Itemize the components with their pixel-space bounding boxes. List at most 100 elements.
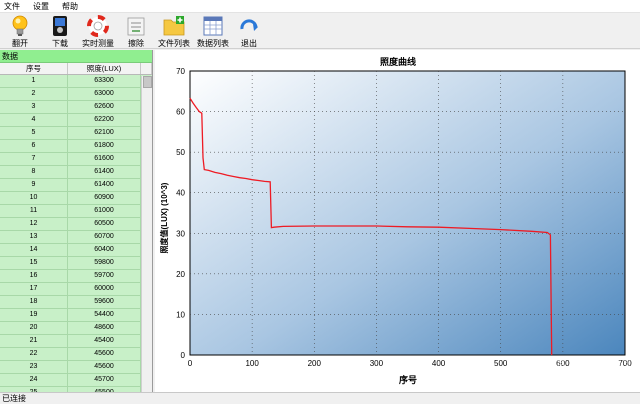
cell-index: 3 — [0, 101, 68, 113]
y-tick-label: 50 — [176, 148, 185, 157]
x-tick-label: 300 — [370, 359, 384, 368]
cell-lux: 63000 — [68, 88, 141, 100]
cell-index: 2 — [0, 88, 68, 100]
cell-index: 11 — [0, 205, 68, 217]
erase-button[interactable]: 擦除 — [124, 14, 148, 48]
data-list-button[interactable]: 数据列表 — [195, 14, 231, 48]
x-tick-label: 500 — [494, 359, 508, 368]
table-row[interactable]: 18 59600 — [0, 296, 152, 309]
table-row[interactable]: 5 62100 — [0, 127, 152, 140]
cell-index: 13 — [0, 231, 68, 243]
cell-lux: 60000 — [68, 283, 141, 295]
table-row[interactable]: 7 61600 — [0, 153, 152, 166]
table-row[interactable]: 23 45600 — [0, 361, 152, 374]
open-button[interactable]: 翻开 — [6, 14, 34, 48]
y-tick-label: 30 — [176, 229, 185, 238]
table-row[interactable]: 1 63300 — [0, 75, 152, 88]
cell-lux: 48600 — [68, 322, 141, 334]
table-row[interactable]: 11 61000 — [0, 205, 152, 218]
table-row[interactable]: 2 63000 — [0, 88, 152, 101]
cell-lux: 62100 — [68, 127, 141, 139]
table-row[interactable]: 8 61400 — [0, 166, 152, 179]
cell-lux: 59700 — [68, 270, 141, 282]
cell-index: 21 — [0, 335, 68, 347]
cell-lux: 45600 — [68, 361, 141, 373]
data-table-scrollbar[interactable] — [141, 76, 152, 392]
cell-index: 18 — [0, 296, 68, 308]
menu-settings[interactable]: 设置 — [33, 1, 49, 12]
table-row[interactable]: 17 60000 — [0, 283, 152, 296]
cell-lux: 62600 — [68, 101, 141, 113]
y-tick-label: 20 — [176, 270, 185, 279]
table-row[interactable]: 4 62200 — [0, 114, 152, 127]
cell-lux: 61400 — [68, 179, 141, 191]
cell-index: 15 — [0, 257, 68, 269]
table-row[interactable]: 10 60900 — [0, 192, 152, 205]
cell-index: 1 — [0, 75, 68, 87]
x-tick-label: 100 — [245, 359, 259, 368]
y-axis-label: 照度值(LUX) (10^3) — [159, 182, 169, 253]
table-row[interactable]: 22 45600 — [0, 348, 152, 361]
toolbar: 翻开 下载 实时测量 擦除 文件列表 数据列表 退出 — [0, 13, 640, 49]
y-tick-label: 0 — [181, 351, 186, 360]
data-table-icon — [202, 15, 224, 37]
table-row[interactable]: 20 48600 — [0, 322, 152, 335]
menu-help[interactable]: 帮助 — [62, 1, 78, 12]
data-table-header: 序号 照度(LUX) — [0, 63, 152, 75]
cell-lux: 59800 — [68, 257, 141, 269]
data-panel: 数据 序号 照度(LUX) 1 63300 2 63000 3 62600 4 62200 5 6… — [0, 50, 153, 392]
cell-lux: 45600 — [68, 348, 141, 360]
data-panel-title: 数据 — [0, 50, 152, 63]
table-row[interactable]: 21 45400 — [0, 335, 152, 348]
cell-index: 12 — [0, 218, 68, 230]
menu-bar: 文件 设置 帮助 — [0, 0, 640, 13]
table-row[interactable]: 3 62600 — [0, 101, 152, 114]
chart-title: 照度曲线 — [380, 56, 416, 67]
cell-lux: 45700 — [68, 374, 141, 386]
cell-lux: 60900 — [68, 192, 141, 204]
table-row[interactable]: 13 60700 — [0, 231, 152, 244]
erase-label: 擦除 — [128, 39, 144, 48]
erase-icon — [125, 15, 147, 37]
column-header-lux[interactable]: 照度(LUX) — [68, 63, 141, 74]
download-button[interactable]: 下载 — [48, 14, 72, 48]
table-row[interactable]: 12 60500 — [0, 218, 152, 231]
file-list-label: 文件列表 — [158, 39, 190, 48]
exit-button[interactable]: 退出 — [237, 14, 261, 48]
table-row[interactable]: 16 59700 — [0, 270, 152, 283]
exit-arrow-icon — [238, 15, 260, 37]
file-list-button[interactable]: 文件列表 — [155, 14, 193, 48]
plot-area — [189, 70, 626, 356]
cell-lux: 45400 — [68, 335, 141, 347]
table-row[interactable]: 14 60400 — [0, 244, 152, 257]
realtime-measure-button[interactable]: 实时测量 — [80, 14, 116, 48]
table-row[interactable]: 15 59800 — [0, 257, 152, 270]
status-bar: 已连接 — [0, 392, 640, 404]
cell-lux: 61600 — [68, 153, 141, 165]
column-header-index[interactable]: 序号 — [0, 63, 68, 74]
cell-lux: 61000 — [68, 205, 141, 217]
cell-index: 8 — [0, 166, 68, 178]
app-window: 文件 设置 帮助 翻开 下载 实时测量 擦除 文件列表 数据列表 退出 数据 序… — [0, 0, 640, 404]
cell-lux: 60500 — [68, 218, 141, 230]
cell-lux: 63300 — [68, 75, 141, 87]
cell-index: 9 — [0, 179, 68, 191]
cell-index: 6 — [0, 140, 68, 152]
cell-lux: 59600 — [68, 296, 141, 308]
scrollbar-thumb[interactable] — [143, 76, 152, 88]
open-label: 翻开 — [12, 39, 28, 48]
illuminance-chart: 照度曲线 0 100 200 300 400 500 600 7000102030405060… — [159, 56, 635, 385]
table-row[interactable]: 19 54400 — [0, 309, 152, 322]
cell-index: 4 — [0, 114, 68, 126]
cell-index: 23 — [0, 361, 68, 373]
cell-lux: 54400 — [68, 309, 141, 321]
cell-index: 16 — [0, 270, 68, 282]
menu-file[interactable]: 文件 — [4, 1, 20, 12]
cell-index: 14 — [0, 244, 68, 256]
cell-index: 17 — [0, 283, 68, 295]
cell-lux: 61400 — [68, 166, 141, 178]
lifebuoy-icon — [87, 15, 109, 37]
table-row[interactable]: 6 61800 — [0, 140, 152, 153]
table-row[interactable]: 9 61400 — [0, 179, 152, 192]
table-row[interactable]: 24 45700 — [0, 374, 152, 387]
